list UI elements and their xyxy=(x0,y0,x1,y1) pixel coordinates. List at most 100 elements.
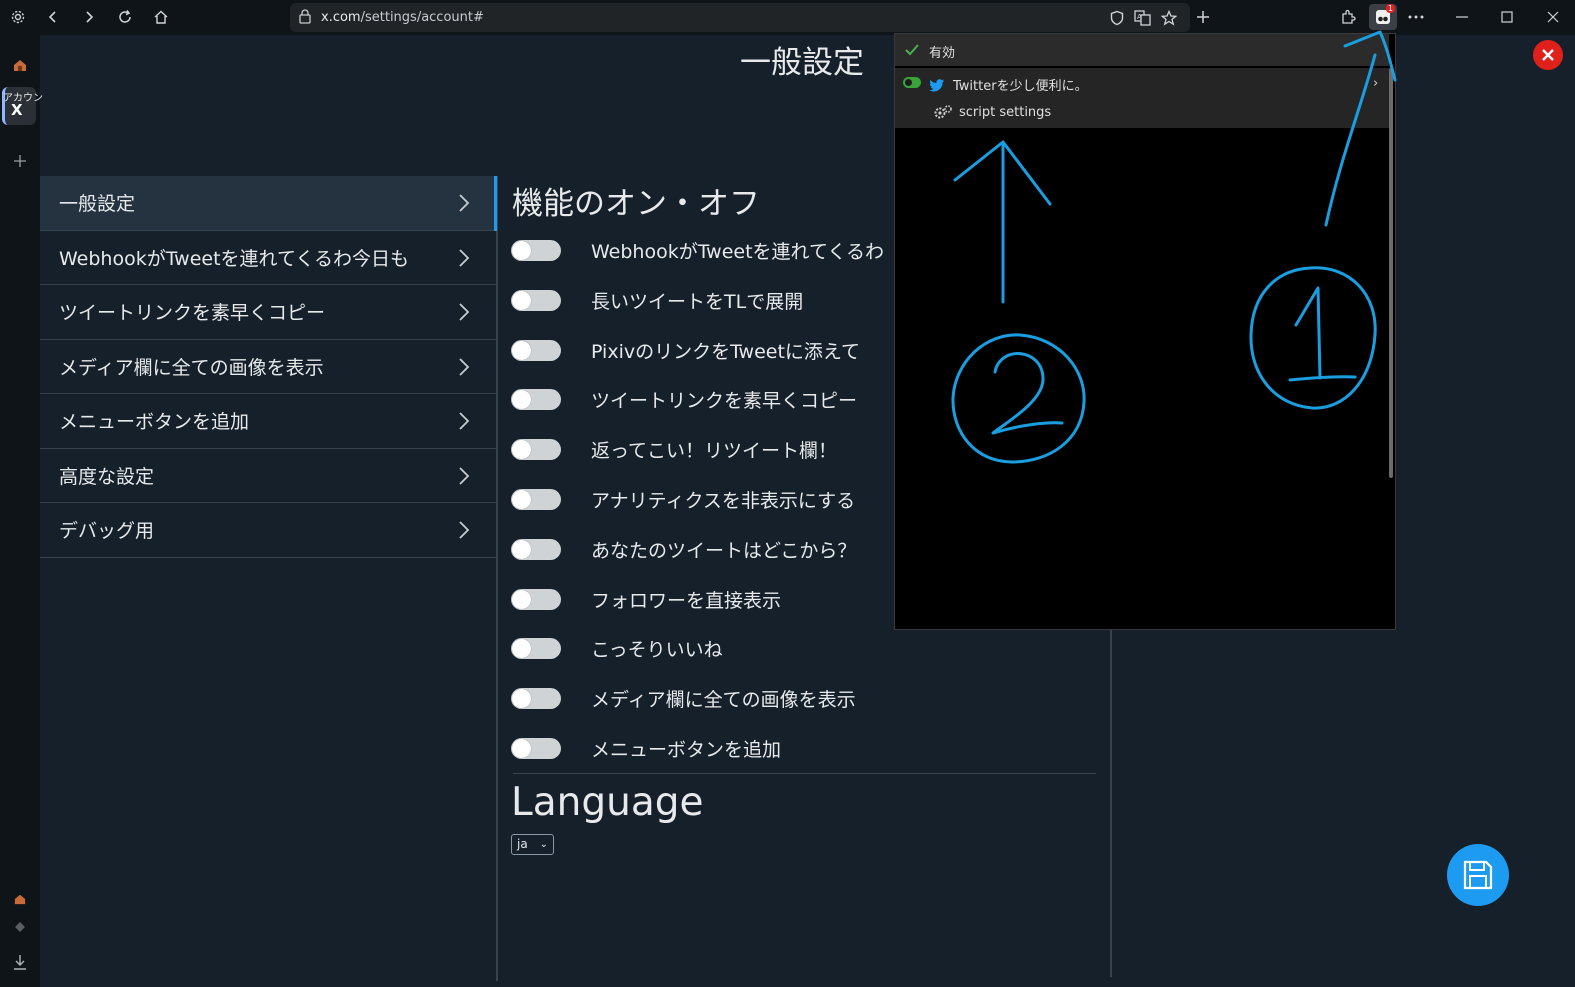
feature-toggle-switch[interactable] xyxy=(511,339,561,361)
feature-toggle-row: こっそりいいね xyxy=(510,624,1100,674)
nav-item[interactable]: WebhookがTweetを連れてくるわ今日も xyxy=(40,231,496,285)
tampermonkey-icon[interactable]: 1 xyxy=(1369,4,1397,30)
page-title: 一般設定 xyxy=(740,45,864,81)
feature-toggle-switch[interactable] xyxy=(511,488,561,510)
feature-toggle-label: 長いツイートをTLで展開 xyxy=(591,290,804,313)
toggle-knob xyxy=(512,290,531,310)
feature-toggle-label: あなたのツイートはどこから？ xyxy=(591,539,857,562)
chevron-right-icon xyxy=(459,248,470,267)
maximize-icon[interactable] xyxy=(1494,4,1520,30)
settings-icon[interactable] xyxy=(5,4,31,30)
add-icon[interactable] xyxy=(0,151,40,171)
chevron-right-icon xyxy=(459,303,470,321)
extensions-icon[interactable] xyxy=(1335,4,1361,30)
feature-toggle-switch[interactable] xyxy=(511,439,561,461)
popup-script-settings[interactable]: script settings xyxy=(959,105,1051,120)
nav-item[interactable]: デバッグ用 xyxy=(40,503,496,558)
language-select[interactable]: ja ⌄ xyxy=(511,834,554,855)
toggle-knob xyxy=(512,340,531,360)
popup-script-entry[interactable]: Twitterを少し便利に。 › script settings xyxy=(895,68,1389,128)
toggle-knob xyxy=(512,589,531,609)
minimize-icon[interactable] xyxy=(1449,4,1475,30)
nav-item-label: ツイートリンクを素早くコピー xyxy=(59,302,326,325)
save-button[interactable] xyxy=(1447,844,1509,906)
new-tab-icon[interactable] xyxy=(1190,4,1216,30)
lock-icon[interactable] xyxy=(298,8,312,28)
star-icon[interactable] xyxy=(1158,7,1180,29)
svg-text:A: A xyxy=(1137,13,1142,21)
toggle-knob xyxy=(512,241,531,260)
chevron-right-icon xyxy=(459,194,470,212)
house-icon[interactable] xyxy=(0,55,40,75)
toggle-knob xyxy=(512,639,531,659)
gear-icon xyxy=(933,104,953,124)
extension-popup: 有効 Twitterを少し便利に。 › script settings xyxy=(894,33,1396,630)
nav-item[interactable]: ツイートリンクを素早くコピー xyxy=(40,285,496,340)
nav-item[interactable]: 高度な設定 xyxy=(40,449,496,503)
language-title: Language xyxy=(511,780,704,825)
feature-toggle-label: ツイートリンクを素早くコピー xyxy=(591,390,858,413)
feature-toggle-switch[interactable] xyxy=(511,289,561,311)
nav-item-label: WebhookがTweetを連れてくるわ今日も xyxy=(59,247,410,270)
feature-toggle-label: アナリティクスを非表示にする xyxy=(591,489,856,512)
reload-icon[interactable] xyxy=(112,4,138,30)
feature-toggle-switch[interactable] xyxy=(511,588,561,610)
save-icon xyxy=(1463,860,1493,890)
popup-enabled-label: 有効 xyxy=(929,46,956,61)
popup-script-name: Twitterを少し便利に。 xyxy=(953,79,1088,94)
chevron-right-icon xyxy=(459,466,470,485)
script-toggle[interactable] xyxy=(903,77,921,88)
feature-toggle-label: WebhookがTweetを連れてくるわ xyxy=(591,241,885,263)
url-text[interactable]: x.com/settings/account# xyxy=(321,10,484,25)
toggle-knob xyxy=(512,390,531,410)
content-divider xyxy=(1110,630,1112,977)
chevron-right-icon xyxy=(459,357,470,376)
feature-toggle-label: PixivのリンクをTweetに添えて xyxy=(591,340,860,363)
chevron-down-icon: ⌄ xyxy=(539,839,548,850)
feature-toggle-switch[interactable] xyxy=(511,638,561,660)
feature-toggle-label: フォロワーを直接表示 xyxy=(591,589,782,612)
feature-toggle-row: メニューボタンを追加 xyxy=(510,724,1100,774)
feature-toggle-switch[interactable] xyxy=(511,240,561,261)
nav-item[interactable]: メニューボタンを追加 xyxy=(40,394,496,449)
toggle-knob xyxy=(512,738,531,758)
home-icon[interactable] xyxy=(148,4,174,30)
chevron-right-icon[interactable]: › xyxy=(1373,76,1378,91)
download-icon[interactable] xyxy=(0,953,40,971)
translate-icon[interactable]: A xyxy=(1132,7,1154,29)
browser-toolbar: x.com/settings/account# A 1 xyxy=(0,0,1575,35)
section-divider xyxy=(513,773,1096,774)
toggle-knob xyxy=(512,539,531,559)
forward-icon[interactable] xyxy=(76,4,102,30)
nav-item-label: 高度な設定 xyxy=(59,465,155,488)
nav-item[interactable]: 一般設定 xyxy=(40,176,496,231)
nav-item-label: デバッグ用 xyxy=(59,520,155,543)
feature-toggle-label: メニューボタンを追加 xyxy=(591,738,782,761)
close-button[interactable] xyxy=(1533,40,1563,70)
house-small-icon[interactable] xyxy=(0,891,40,907)
more-icon[interactable] xyxy=(1403,4,1429,30)
chevron-right-icon xyxy=(459,412,470,430)
browser-sidebar: アカウン X xyxy=(0,35,43,987)
feature-toggle-switch[interactable] xyxy=(511,389,561,411)
close-icon xyxy=(1542,49,1554,61)
close-window-icon[interactable] xyxy=(1540,4,1566,30)
feature-toggle-row: メディア欄に全ての画像を表示 xyxy=(510,674,1100,724)
back-icon[interactable] xyxy=(40,4,66,30)
check-icon xyxy=(905,41,919,60)
nav-item[interactable]: メディア欄に全ての画像を表示 xyxy=(40,340,496,394)
nav-item-label: メディア欄に全ての画像を表示 xyxy=(59,356,324,379)
popup-enabled-row[interactable]: 有効 xyxy=(895,34,1389,66)
toggle-knob xyxy=(512,440,531,460)
feature-toggle-switch[interactable] xyxy=(511,538,561,560)
address-bar[interactable]: x.com/settings/account# A xyxy=(290,3,1190,32)
popup-scrollbar[interactable] xyxy=(1389,68,1393,478)
shield-icon[interactable] xyxy=(1106,7,1128,29)
active-nav-indicator xyxy=(494,176,497,231)
nav-item-label: 一般設定 xyxy=(59,193,136,216)
vertical-divider xyxy=(496,176,498,981)
diamond-icon[interactable] xyxy=(0,919,40,935)
feature-toggle-switch[interactable] xyxy=(511,688,561,710)
feature-toggle-switch[interactable] xyxy=(511,737,561,759)
nav-item-label: メニューボタンを追加 xyxy=(59,411,250,434)
